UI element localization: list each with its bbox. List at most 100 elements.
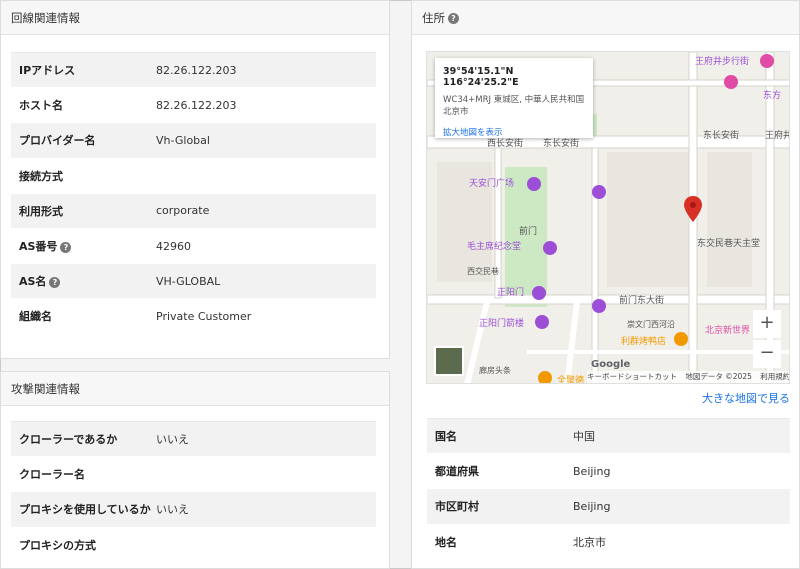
terms-link[interactable]: 利用規約 — [760, 372, 789, 381]
row-value-usage: corporate — [156, 204, 210, 218]
line-info-table: IPアドレス 82.26.122.203 ホスト名 82.26.122.203 プロ… — [11, 52, 376, 335]
keyboard-shortcuts-link[interactable]: キーボードショートカット — [587, 372, 677, 381]
help-icon[interactable]: ? — [60, 241, 72, 253]
google-logo: Google — [591, 359, 631, 370]
map-label: 正阳门 — [497, 288, 525, 298]
zoom-in-button[interactable]: + — [753, 310, 781, 338]
row-label-connection: 接続方式 — [19, 169, 63, 183]
row-value-proxy: いいえ — [156, 503, 189, 517]
poi-icon[interactable] — [674, 332, 688, 346]
row-label-proxy: プロキシを使用しているか — [19, 503, 151, 517]
map-label: 正阳门箭楼 — [479, 319, 525, 329]
row-value-org: Private Customer — [156, 309, 252, 323]
map-label: 廊房头条 — [479, 366, 511, 375]
row-value-as-name: VH-GLOBAL — [156, 274, 221, 288]
map-label: 崇文门西河沿 — [627, 320, 675, 329]
table-row: AS名? VH-GLOBAL — [11, 263, 376, 300]
poi-icon[interactable] — [592, 185, 606, 199]
poi-icon[interactable] — [532, 286, 546, 300]
row-value-city: Beijing — [573, 499, 611, 513]
row-label-usage: 利用形式 — [19, 204, 63, 218]
table-row: IPアドレス 82.26.122.203 — [11, 52, 376, 89]
map-label: 东交民巷天主堂 — [697, 239, 761, 249]
row-label-host: ホスト名 — [19, 99, 63, 113]
poi-icon[interactable] — [543, 241, 557, 255]
attack-info-title: 攻撃関連情報 — [11, 382, 80, 396]
popup-address-line: WC34+MRJ 東城区, 中華人民共和国 — [443, 95, 585, 105]
table-row: プロキシの方式 — [11, 527, 376, 563]
map-label: 王府井 — [765, 131, 790, 141]
map-label: 前门 — [519, 227, 538, 237]
row-value-country: 中国 — [573, 430, 595, 444]
map-view[interactable]: 王府井步行街 东方 西长安街 东长安街 东长安街 王府井 天安门广场 前门 毛主… — [426, 51, 790, 384]
map-label: 西交民巷 — [467, 267, 499, 276]
location-pin-dot — [690, 202, 696, 208]
attack-info-table: クローラーであるか いいえ クローラー名 プロキシを使用しているか いいえ プロキシ… — [11, 421, 376, 563]
table-row: 組織名 Private Customer — [11, 298, 376, 335]
row-value-ip: 82.26.122.203 — [156, 63, 237, 77]
row-value-provider: Vh-Global — [156, 133, 210, 147]
map-info-popup: 39°54'15.1"N 116°24'25.2"E WC34+MRJ 東城区,… — [435, 58, 593, 138]
popup-address-city: 北京市 — [443, 107, 469, 117]
line-info-title: 回線関連情報 — [11, 11, 80, 25]
map-label: 东长安街 — [703, 131, 740, 141]
poi-icon[interactable] — [592, 299, 606, 313]
row-label-prefecture: 都道府県 — [435, 465, 479, 479]
row-label-ip: IPアドレス — [19, 64, 76, 78]
row-value-prefecture: Beijing — [573, 464, 611, 478]
row-label-city: 市区町村 — [435, 500, 479, 514]
poi-icon[interactable] — [535, 315, 549, 329]
table-row: クローラー名 — [11, 456, 376, 493]
table-row: 市区町村 Beijing — [427, 488, 790, 525]
row-label-provider: プロバイダー名 — [19, 134, 96, 148]
address-table: 国名 中国 都道府県 Beijing 市区町村 Beijing 地名 北京市 — [427, 418, 790, 560]
popup-enlarge-link[interactable]: 拡大地図を表示 — [443, 126, 585, 138]
poi-icon[interactable] — [527, 177, 541, 191]
address-title: 住所 — [422, 11, 445, 25]
table-row: 地名 北京市 — [427, 524, 790, 560]
map-label: 毛主席纪念堂 — [467, 242, 522, 252]
table-row: 接続方式 — [11, 158, 376, 194]
row-label-country: 国名 — [435, 430, 457, 444]
larger-map-link[interactable]: 大きな地図で見る — [702, 390, 790, 406]
map-footer: キーボードショートカット 地図データ ©2025 利用規約 — [587, 371, 789, 383]
row-label-org: 組織名 — [19, 310, 52, 324]
poi-icon[interactable] — [724, 75, 738, 89]
help-icon[interactable]: ? — [448, 13, 459, 24]
row-label-as-number: AS番号 — [19, 240, 58, 254]
attack-info-heading: 攻撃関連情報 — [1, 372, 389, 406]
table-row: ホスト名 82.26.122.203 — [11, 87, 376, 124]
row-value-host: 82.26.122.203 — [156, 98, 237, 112]
road-qianmen-east — [427, 294, 789, 305]
row-label-crawler: クローラーであるか — [19, 433, 118, 447]
table-row: 都道府県 Beijing — [427, 453, 790, 490]
row-label-crawler-name: クローラー名 — [19, 468, 85, 482]
row-value-as-number: 42960 — [156, 239, 191, 253]
satellite-toggle[interactable] — [434, 346, 464, 376]
zoom-out-button[interactable]: − — [753, 340, 781, 368]
map-label: 东方 — [763, 91, 782, 101]
help-icon[interactable]: ? — [49, 276, 61, 288]
city-block — [707, 152, 752, 287]
row-value-place: 北京市 — [573, 535, 606, 549]
line-info-panel: 回線関連情報 IPアドレス 82.26.122.203 ホスト名 82.26.122… — [0, 0, 390, 359]
table-row: 国名 中国 — [427, 418, 790, 455]
line-info-heading: 回線関連情報 — [1, 1, 389, 35]
map-label: 利群烤鸭店 — [621, 337, 667, 347]
row-label-proxy-type: プロキシの方式 — [19, 538, 96, 552]
table-row: クローラーであるか いいえ — [11, 421, 376, 458]
map-label: 北京新世界 — [705, 326, 751, 336]
table-row: AS番号? 42960 — [11, 228, 376, 265]
map-data-credit: 地図データ ©2025 — [685, 372, 752, 381]
table-row: プロキシを使用しているか いいえ — [11, 491, 376, 528]
table-row: 利用形式 corporate — [11, 193, 376, 229]
row-label-as-name: AS名 — [19, 275, 47, 289]
map-label: 天安门广场 — [469, 179, 515, 189]
row-value-crawler: いいえ — [156, 433, 189, 447]
attack-info-panel: 攻撃関連情報 クローラーであるか いいえ クローラー名 プロキシを使用しているかい… — [0, 371, 390, 569]
table-row: プロバイダー名 Vh-Global — [11, 122, 376, 159]
map-label: 全聚德 — [557, 376, 585, 384]
poi-icon[interactable] — [760, 54, 774, 68]
map-label: 前门东大街 — [619, 296, 665, 306]
city-block — [607, 152, 692, 287]
